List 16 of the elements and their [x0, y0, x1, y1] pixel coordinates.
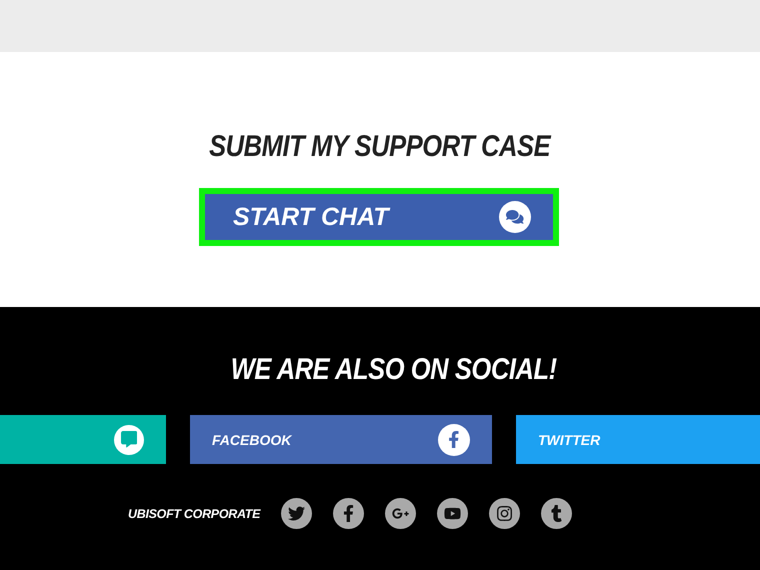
support-heading: SUBMIT MY SUPPORT CASE	[209, 130, 551, 164]
instagram-icon[interactable]	[489, 498, 520, 529]
facebook-icon	[438, 424, 470, 456]
chat-bubbles-icon	[499, 201, 531, 233]
twitter-link-card[interactable]: TWITTER	[516, 415, 760, 464]
chat-bubble-icon	[114, 424, 144, 454]
google-plus-icon[interactable]	[385, 498, 416, 529]
youtube-icon[interactable]	[437, 498, 468, 529]
facebook-link-card[interactable]: FACEBOOK	[190, 415, 492, 464]
social-heading: WE ARE ALSO ON SOCIAL!	[231, 353, 557, 387]
twitter-icon[interactable]	[281, 498, 312, 529]
chat-link-card[interactable]	[0, 415, 166, 464]
corporate-label: UBISOFT CORPORATE	[128, 506, 260, 520]
facebook-icon[interactable]	[333, 498, 364, 529]
start-chat-button[interactable]: START CHAT	[205, 194, 553, 240]
tumblr-icon[interactable]	[541, 498, 572, 529]
